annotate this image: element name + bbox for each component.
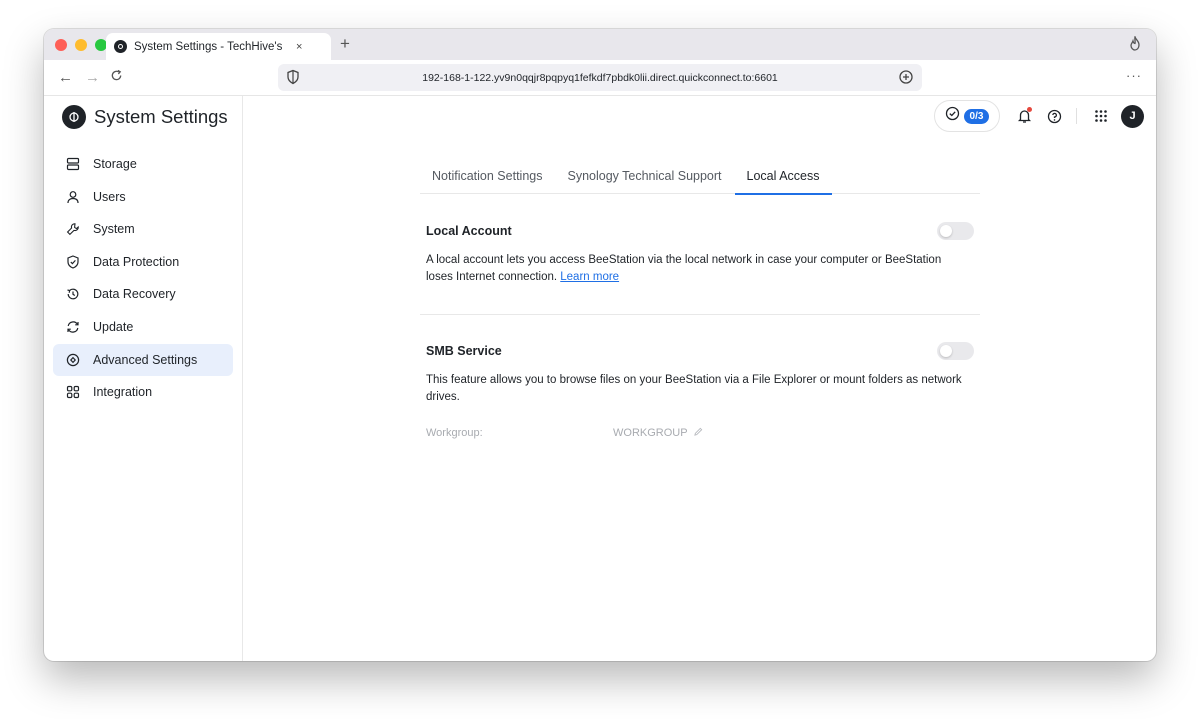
edit-pencil-icon[interactable] <box>693 427 703 439</box>
tab-local-access[interactable]: Local Access <box>734 158 832 195</box>
settings-tabs: Notification Settings Synology Technical… <box>420 158 980 195</box>
sidebar-item-update[interactable]: Update <box>53 311 233 343</box>
shield-check-icon <box>65 254 81 270</box>
apps-grid-button[interactable] <box>1087 102 1115 130</box>
browser-tab[interactable]: System Settings - TechHive's × <box>106 33 331 60</box>
app-body: System Settings Storage Users System Dat… <box>44 96 1156 661</box>
check-circle-icon <box>945 106 960 126</box>
minimize-window-button[interactable] <box>75 38 87 51</box>
workgroup-value: WORKGROUP <box>613 427 703 439</box>
workgroup-text: WORKGROUP <box>613 427 688 439</box>
browser-tab-title: System Settings - TechHive's <box>134 40 283 53</box>
sidebar-item-data-recovery[interactable]: Data Recovery <box>53 278 233 310</box>
sidebar-item-label: Data Recovery <box>93 287 176 302</box>
sidebar-item-storage[interactable]: Storage <box>53 148 233 180</box>
sidebar-nav: Storage Users System Data Protection Dat… <box>53 148 233 409</box>
storage-icon <box>65 156 81 172</box>
notification-dot <box>1027 107 1032 112</box>
sidebar-item-label: Advanced Settings <box>93 352 198 367</box>
flame-icon[interactable] <box>1128 34 1142 56</box>
beestation-logo-icon <box>62 105 86 129</box>
close-tab-button[interactable]: × <box>296 41 302 53</box>
tab-synology-technical-support[interactable]: Synology Technical Support <box>559 158 729 194</box>
sidebar-item-label: Data Protection <box>93 254 180 269</box>
local-account-toggle[interactable] <box>937 222 974 240</box>
forward-button[interactable]: → <box>85 69 100 86</box>
new-tab-button[interactable]: + <box>340 34 350 54</box>
workgroup-label: Workgroup: <box>426 427 483 439</box>
sidebar-item-data-protection[interactable]: Data Protection <box>53 246 233 278</box>
smb-service-description: This feature allows you to browse files … <box>426 374 962 403</box>
app-title: System Settings <box>94 106 228 127</box>
learn-more-link[interactable]: Learn more <box>560 271 619 283</box>
task-count-badge: 0/3 <box>963 108 990 124</box>
sidebar-item-system[interactable]: System <box>53 213 233 245</box>
browser-window: System Settings - TechHive's × + ← → 192… <box>44 29 1156 661</box>
close-window-button[interactable] <box>55 38 67 51</box>
window-controls <box>55 38 107 51</box>
section-divider <box>420 314 980 315</box>
user-icon <box>65 189 81 205</box>
local-account-description: A local account lets you access BeeStati… <box>426 252 971 286</box>
sidebar-item-users[interactable]: Users <box>53 181 233 213</box>
main-panel: 0/3 J Notification Settings Synology Tec… <box>243 96 1156 661</box>
grid-icon <box>65 384 81 400</box>
beestation-favicon-icon <box>114 40 127 53</box>
toolbar-divider <box>1076 108 1077 124</box>
local-account-title: Local Account <box>426 224 512 238</box>
sidebar-item-label: Integration <box>93 385 153 400</box>
settings-content: Notification Settings Synology Technical… <box>420 158 980 439</box>
smb-service-toggle[interactable] <box>937 342 974 360</box>
sidebar-item-label: Users <box>93 189 126 204</box>
url-text: 192-168-1-122.yv9n0qqjr8pqpyq1fefkdf7pbd… <box>422 71 778 84</box>
history-icon <box>65 286 81 302</box>
help-button[interactable] <box>1040 102 1068 130</box>
browser-tab-strip: System Settings - TechHive's × + <box>44 29 1156 60</box>
sidebar-item-integration[interactable]: Integration <box>53 376 233 408</box>
browser-toolbar: ← → 192-168-1-122.yv9n0qqjr8pqpyq1fefkdf… <box>44 60 1156 96</box>
shield-icon[interactable] <box>286 69 300 88</box>
local-account-section: Local Account A local account lets you a… <box>420 221 980 286</box>
address-bar[interactable]: 192-168-1-122.yv9n0qqjr8pqpyq1fefkdf7pbd… <box>278 64 922 91</box>
back-button[interactable]: ← <box>58 69 73 86</box>
sidebar-item-label: Storage <box>93 157 137 171</box>
notifications-button[interactable] <box>1010 102 1038 130</box>
sidebar-item-advanced-settings[interactable]: Advanced Settings <box>53 343 233 376</box>
reload-button[interactable] <box>110 69 123 86</box>
local-account-description-text: A local account lets you access BeeStati… <box>426 254 942 283</box>
sidebar: System Settings Storage Users System Dat… <box>44 96 243 661</box>
app-brand: System Settings <box>62 105 228 129</box>
sidebar-item-label: Update <box>93 319 134 334</box>
advanced-icon <box>65 352 81 368</box>
user-avatar[interactable]: J <box>1121 104 1144 128</box>
top-toolbar: 0/3 J <box>934 100 1144 132</box>
add-extension-icon[interactable] <box>898 69 914 88</box>
browser-menu-button[interactable]: ··· <box>1126 68 1142 83</box>
task-progress-button[interactable]: 0/3 <box>934 100 1000 132</box>
refresh-icon <box>65 319 81 335</box>
sidebar-item-label: System <box>93 222 135 237</box>
wrench-icon <box>65 221 81 237</box>
workgroup-row: Workgroup: WORKGROUP <box>426 427 974 439</box>
smb-service-title: SMB Service <box>426 344 502 358</box>
smb-service-section: SMB Service This feature allows you to b… <box>420 341 980 439</box>
tab-notification-settings[interactable]: Notification Settings <box>424 158 550 194</box>
